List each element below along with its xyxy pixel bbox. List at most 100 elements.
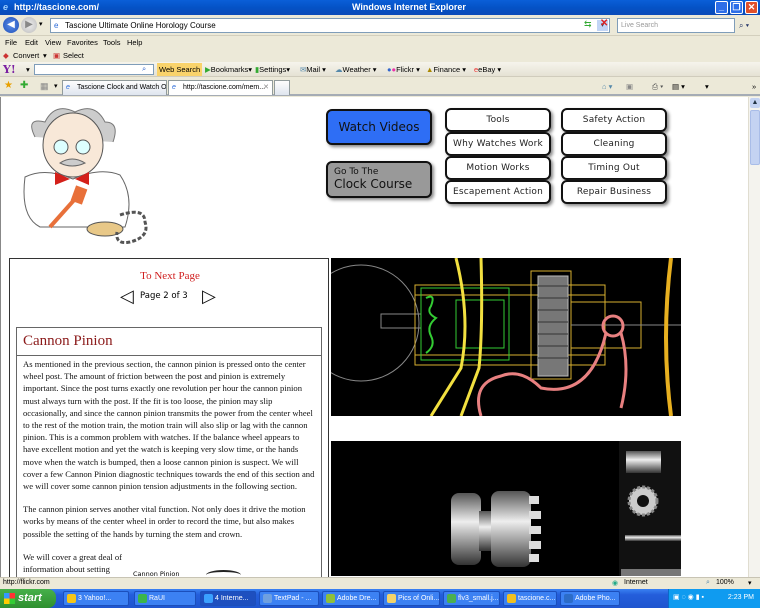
yahoo-search-icon[interactable]: ⌕ (142, 64, 146, 74)
select-button[interactable]: Select (63, 51, 84, 60)
feeds-icon[interactable]: ▣ (626, 82, 633, 91)
scroll-up-icon[interactable]: ▲ (750, 98, 760, 108)
clock-course-button[interactable]: Go To The Clock Course (326, 161, 432, 198)
yahoo-dropdown-icon[interactable]: ▾ (26, 65, 30, 74)
taskbar-app-icon (263, 594, 272, 603)
favorites-star-icon[interactable]: ★ (4, 80, 13, 91)
tray-icons[interactable]: ▣ ◌ ◉ ▮ ▪ (673, 593, 704, 601)
status-url: http://flickr.com (3, 579, 50, 586)
weather-menu[interactable]: ☁Weather ▾ (335, 65, 377, 74)
cannon-pinion-3d-render[interactable] (331, 441, 681, 576)
taskbar: start 3 Yahoo!... RaUI 4 Interne... TextPad… (0, 589, 760, 608)
tools-menu[interactable]: ⚙ Tools ▾ (705, 82, 723, 173)
settings-menu[interactable]: ▮Settings▾ (255, 65, 290, 74)
page-menu[interactable]: ▤ Page ▾ (672, 82, 699, 173)
taskbar-item[interactable]: TextPad - ... (259, 591, 319, 606)
nav-safety-action[interactable]: Safety Action (561, 108, 667, 132)
select-icon: ▣ (53, 51, 61, 60)
convert-toolbar: ◆ Convert ▾ ▣ Select (0, 49, 760, 62)
start-button[interactable]: start (0, 589, 56, 608)
nav-tools[interactable]: Tools (445, 108, 551, 132)
refresh-icon[interactable]: ⇆ (584, 19, 592, 30)
vertical-scrollbar[interactable]: ▲ (748, 97, 760, 577)
taskbar-item[interactable]: tascione.c... (503, 591, 557, 606)
yahoo-toolbar: Y! ▾ ⌕ Web Search ▶Bookmarks▾ ▮Settings▾… (0, 62, 760, 77)
nav-motion-works[interactable]: Motion Works (445, 156, 551, 180)
security-zone: Internet (624, 579, 648, 586)
home-icon[interactable]: ⌂ ▾ (602, 82, 612, 91)
nav-repair-business[interactable]: Repair Business (561, 180, 667, 204)
menu-favorites[interactable]: Favorites (67, 38, 98, 47)
flickr-menu[interactable]: ●●Flickr ▾ (387, 65, 420, 74)
menu-help[interactable]: Help (127, 38, 142, 47)
tab-bar: ★ ✚ ▦ ▾ e Tascione Clock and Watch O... … (0, 77, 760, 96)
web-search-button[interactable]: Web Search (157, 63, 203, 76)
nav-why-watches-work[interactable]: Why Watches Work (445, 132, 551, 156)
print-icon[interactable]: ⎙ ▾ (652, 82, 663, 92)
window-title-bar: e http://tascione.com/ Windows Internet … (0, 0, 760, 15)
ie-logo-icon: e (3, 2, 9, 12)
close-button[interactable]: ✕ (745, 1, 758, 14)
address-value: Tascione Ultimate Online Horology Course (65, 21, 216, 30)
prev-page-arrow-icon[interactable]: ◁ (120, 287, 134, 305)
nav-escapement-action[interactable]: Escapement Action (445, 180, 551, 204)
new-tab-button[interactable] (274, 80, 290, 95)
back-button[interactable]: ◀ (3, 17, 19, 33)
scrollbar-thumb[interactable] (750, 110, 760, 165)
taskbar-item[interactable]: Pics of Onli... (383, 591, 440, 606)
zoom-icon: ⌕ (706, 579, 710, 586)
menu-file[interactable]: File (5, 38, 17, 47)
ebay-menu[interactable]: eeBay ▾ (474, 65, 501, 74)
clock: 2:23 PM (727, 594, 754, 601)
page-icon: e (54, 21, 59, 30)
minimize-button[interactable]: _ (715, 1, 728, 14)
taskbar-app-icon (138, 594, 147, 603)
taskbar-item[interactable]: Adobe Dre... (322, 591, 380, 606)
menu-view[interactable]: View (45, 38, 61, 47)
yahoo-logo-icon[interactable]: Y! (3, 63, 16, 76)
mail-menu[interactable]: ✉Mail ▾ (300, 65, 326, 74)
more-icon[interactable]: » (752, 82, 756, 91)
web-page: Watch Videos Go To The Clock Course Tool… (0, 97, 748, 577)
convert-button[interactable]: Convert (13, 51, 39, 60)
search-icon[interactable]: ⌕ ▾ (739, 18, 757, 33)
tab-tascione-member[interactable]: e http://tascione.com/mem... ✕ (168, 80, 273, 95)
zoom-level[interactable]: 100% (716, 579, 734, 586)
tab-list-dropdown-icon[interactable]: ▾ (54, 82, 58, 90)
maximize-button[interactable]: ❐ (730, 1, 743, 14)
taskbar-app-icon (447, 594, 456, 603)
yahoo-search-input[interactable] (34, 64, 154, 75)
taskbar-item[interactable]: 4 Interne... (200, 591, 256, 606)
page-indicator: Page 2 of 3 (140, 291, 188, 301)
taskbar-item[interactable]: flv3_small.j... (443, 591, 500, 606)
menu-bar: File Edit View Favorites Tools Help (0, 37, 760, 49)
taskbar-item[interactable]: Adobe Pho... (560, 591, 620, 606)
watchmaker-illustration (23, 108, 148, 244)
quick-tabs-icon[interactable]: ▦ (40, 81, 49, 92)
watch-videos-button[interactable]: Watch Videos (326, 109, 432, 145)
tab-tascione-clock[interactable]: e Tascione Clock and Watch O... (62, 80, 167, 95)
taskbar-item[interactable]: RaUI (134, 591, 196, 606)
stop-icon[interactable]: ✕ (600, 18, 608, 29)
internet-zone-icon: ◉ (612, 580, 619, 587)
to-next-page-link[interactable]: To Next Page (10, 270, 330, 282)
menu-tools[interactable]: Tools (103, 38, 121, 47)
taskbar-item[interactable]: 3 Yahoo!... (63, 591, 129, 606)
convert-icon: ◆ (3, 51, 9, 60)
bookmarks-menu[interactable]: ▶Bookmarks▾ (205, 65, 252, 74)
next-page-arrow-icon[interactable]: ▷ (202, 287, 216, 305)
zoom-dropdown-icon[interactable]: ▾ (748, 579, 752, 587)
tab-close-icon[interactable]: ✕ (263, 81, 269, 95)
menu-edit[interactable]: Edit (25, 38, 38, 47)
finance-menu[interactable]: ▲Finance ▾ (426, 65, 466, 74)
convert-dropdown-icon[interactable]: ▾ (43, 51, 47, 60)
address-input[interactable]: e Tascione Ultimate Online Horology Cour… (50, 18, 610, 33)
cannon-pinion-cad-diagram[interactable] (331, 258, 681, 416)
history-dropdown-icon[interactable]: ▾ (39, 20, 43, 28)
nav-cleaning[interactable]: Cleaning (561, 132, 667, 156)
forward-button[interactable]: ▶ (21, 17, 37, 33)
taskbar-app-icon (204, 594, 213, 603)
live-search-input[interactable]: Live Search (617, 18, 735, 33)
add-favorite-icon[interactable]: ✚ (20, 80, 28, 91)
nav-timing-out[interactable]: Timing Out (561, 156, 667, 180)
